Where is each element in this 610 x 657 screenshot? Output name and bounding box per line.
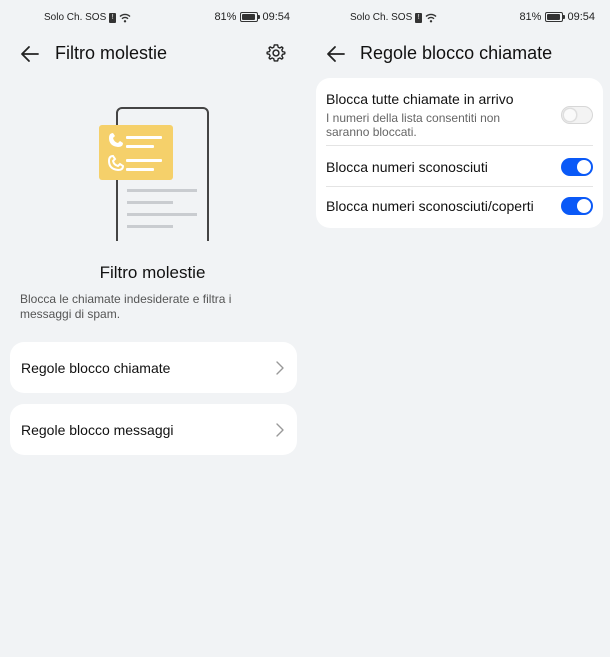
call-block-rules-screen: Solo Ch. SOS ! 81% 09:54 Regole blocco c…: [305, 0, 610, 657]
back-arrow-icon[interactable]: [18, 42, 42, 66]
block-unknown-toggle[interactable]: [561, 158, 593, 176]
wifi-icon: [119, 13, 131, 22]
section-description: Blocca le chiamate indesiderate e filtra…: [20, 292, 232, 321]
clock: 09:54: [262, 11, 290, 23]
app-bar: Filtro molestie: [0, 38, 305, 70]
battery-icon: [240, 12, 261, 22]
app-bar: Regole blocco chiamate: [305, 38, 610, 70]
message-block-rules-item[interactable]: Regole blocco messaggi: [10, 404, 297, 455]
block-hidden-toggle[interactable]: [561, 197, 593, 215]
illustration-phone-icon: [99, 107, 209, 241]
call-block-rules-label: Regole blocco chiamate: [21, 359, 171, 376]
carrier-info: Solo Ch. SOS !: [44, 12, 131, 23]
back-arrow-icon[interactable]: [324, 42, 348, 66]
chevron-right-icon: [276, 423, 284, 437]
block-unknown-label: Blocca numeri sconosciuti: [326, 159, 488, 175]
battery-icon: [545, 12, 566, 22]
carrier-info: Solo Ch. SOS !: [350, 12, 437, 23]
divider: [326, 145, 593, 146]
status-bar: Solo Ch. SOS ! 81% 09:54: [0, 10, 305, 26]
status-right: 81% 09:54: [214, 11, 290, 23]
block-all-calls-row[interactable]: Blocca tutte chiamate in arrivo I numeri…: [326, 91, 593, 139]
divider: [326, 186, 593, 187]
block-all-calls-toggle[interactable]: [561, 106, 593, 124]
sim-icon: !: [109, 12, 117, 23]
sim-icon: !: [415, 12, 423, 23]
page-title: Regole blocco chiamate: [360, 43, 553, 63]
section-heading: Filtro molestie: [99, 263, 206, 282]
harassment-filter-screen: Solo Ch. SOS ! 81% 09:54 Filtro molestie: [0, 0, 305, 657]
call-block-settings-card: Blocca tutte chiamate in arrivo I numeri…: [316, 78, 603, 228]
block-hidden-row[interactable]: Blocca numeri sconosciuti/coperti: [326, 197, 593, 215]
gear-icon[interactable]: [265, 42, 287, 64]
wifi-icon: [425, 13, 437, 22]
block-hidden-label: Blocca numeri sconosciuti/coperti: [326, 198, 534, 214]
block-unknown-row[interactable]: Blocca numeri sconosciuti: [326, 158, 593, 176]
battery-percent: 81%: [214, 11, 237, 23]
status-bar: Solo Ch. SOS ! 81% 09:54: [305, 10, 610, 26]
battery-percent: 81%: [519, 11, 542, 23]
block-all-calls-label: Blocca tutte chiamate in arrivo: [326, 91, 514, 107]
block-all-calls-hint: I numeri della lista consentiti non sara…: [326, 111, 501, 139]
page-title: Filtro molestie: [55, 43, 168, 63]
carrier-label: Solo Ch. SOS: [350, 12, 413, 23]
carrier-label: Solo Ch. SOS: [44, 12, 107, 23]
chevron-right-icon: [276, 361, 284, 375]
call-block-rules-item[interactable]: Regole blocco chiamate: [10, 342, 297, 393]
message-block-rules-label: Regole blocco messaggi: [21, 421, 174, 438]
clock: 09:54: [567, 11, 595, 23]
status-right: 81% 09:54: [519, 11, 595, 23]
